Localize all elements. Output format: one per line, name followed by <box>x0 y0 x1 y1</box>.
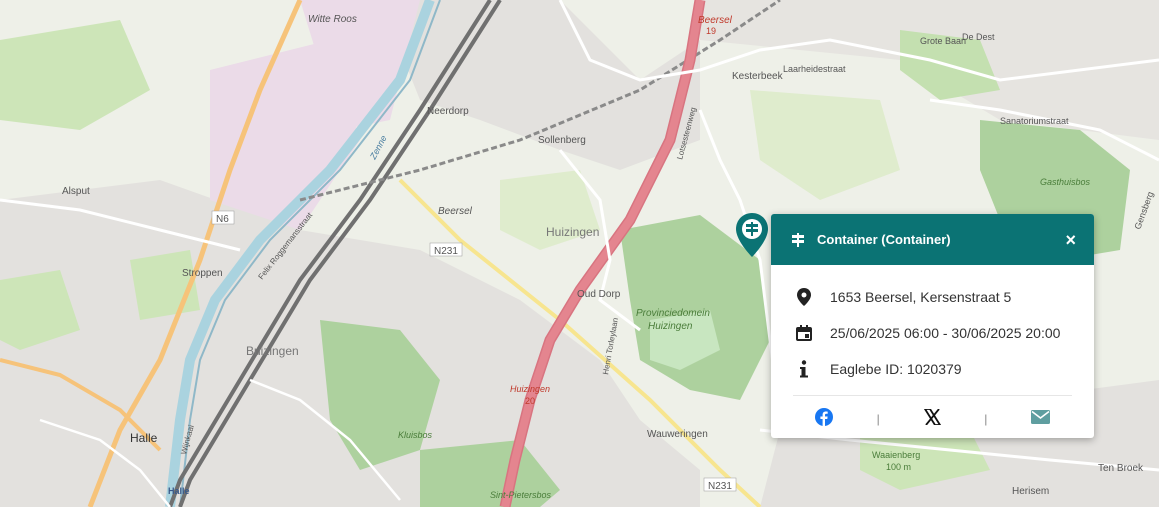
label-beersel-mid: Beersel <box>438 206 473 217</box>
label-oud-dorp: Oud Dorp <box>577 289 621 300</box>
calendar-icon <box>793 325 815 341</box>
period-row: 25/06/2025 06:00 - 30/06/2025 20:00 <box>793 315 1072 351</box>
label-exit-no: 20 <box>525 396 535 406</box>
label-laarheidestraat: Laarheidestraat <box>783 64 846 74</box>
label-huizingen: Huizingen <box>546 225 599 239</box>
share-bar: | | <box>793 396 1072 438</box>
label-halle-station: Halle <box>168 486 190 496</box>
label-kluisbos: Kluisbos <box>398 430 433 440</box>
location-pin-icon <box>793 288 815 306</box>
eaglebe-id-text: Eaglebe ID: 1020379 <box>830 361 962 377</box>
road-sign-icon <box>792 232 804 247</box>
label-waaienberg: Waaienberg <box>872 450 920 460</box>
label-n6: N6 <box>216 214 229 225</box>
address-text: 1653 Beersel, Kersenstraat 5 <box>830 289 1012 305</box>
label-buizingen: Buizingen <box>246 344 299 358</box>
label-halle: Halle <box>130 431 158 445</box>
share-separator: | <box>876 412 880 426</box>
label-waaienberg-alt: 100 m <box>886 462 911 472</box>
id-row: Eaglebe ID: 1020379 <box>793 351 1072 387</box>
period-text: 25/06/2025 06:00 - 30/06/2025 20:00 <box>830 325 1061 341</box>
container-marker-pin[interactable] <box>735 212 769 258</box>
label-n231-a: N231 <box>434 246 458 257</box>
label-gasthuisbos: Gasthuisbos <box>1040 177 1091 187</box>
x-icon[interactable] <box>922 407 942 430</box>
popup-header: Container (Container) × <box>771 214 1094 265</box>
popup-body: 1653 Beersel, Kersenstraat 5 25/06/2025 … <box>771 265 1094 438</box>
label-alsput: Alsput <box>62 186 90 197</box>
label-sollenberg: Sollenberg <box>538 135 586 146</box>
label-stroppen: Stroppen <box>182 268 223 279</box>
label-n231-b: N231 <box>708 481 732 492</box>
close-icon[interactable]: × <box>1065 231 1076 249</box>
label-huizingen-park: Huizingen <box>648 321 693 332</box>
label-ten-broek: Ten Broek <box>1098 463 1144 474</box>
label-huizingen-exit: Huizingen <box>510 384 550 394</box>
facebook-icon[interactable] <box>814 407 833 431</box>
label-kesterbeek: Kesterbeek <box>732 71 784 82</box>
info-icon <box>793 360 815 378</box>
popup-title: Container (Container) <box>817 232 951 247</box>
address-row: 1653 Beersel, Kersenstraat 5 <box>793 279 1072 315</box>
label-grote-baan: Grote Baan <box>920 36 966 46</box>
container-popup: Container (Container) × 1653 Beersel, Ke… <box>771 214 1094 438</box>
label-provinciedomein: Provinciedomein <box>636 308 710 319</box>
label-beersel-road-no: 19 <box>706 26 716 36</box>
label-sint-pietersbos: Sint-Pietersbos <box>490 490 552 500</box>
label-de-dest: De Dest <box>962 32 995 42</box>
label-neerdorp: Neerdorp <box>427 106 469 117</box>
label-witte-roos: Witte Roos <box>308 14 357 25</box>
share-separator: | <box>984 412 988 426</box>
label-sanatoriumstraat: Sanatoriumstraat <box>1000 116 1069 126</box>
label-beersel-top: Beersel <box>698 15 733 26</box>
email-icon[interactable] <box>1031 409 1051 429</box>
label-wauweringen: Wauweringen <box>647 429 708 440</box>
label-herisem: Herisem <box>1012 486 1049 497</box>
